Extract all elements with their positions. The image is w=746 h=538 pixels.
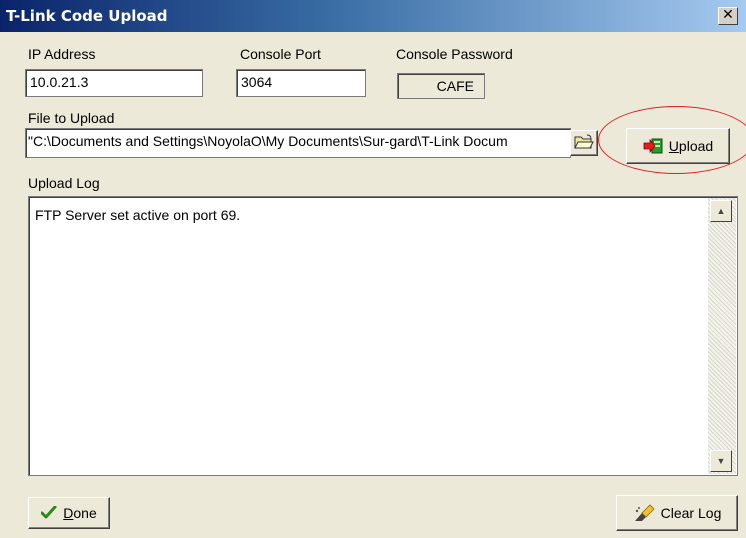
ip-address-label: IP Address [28, 46, 96, 62]
clear-log-button[interactable]: Clear Log [616, 495, 738, 531]
highlight-circle [598, 106, 746, 174]
file-path-field[interactable]: "C:\Documents and Settings\NoyolaO\My Do… [25, 128, 571, 158]
clear-log-button-label: Clear Log [660, 505, 722, 521]
upload-log-area[interactable]: FTP Server set active on port 69. ▲ ▼ [28, 196, 738, 476]
close-button[interactable]: ✕ [718, 7, 738, 25]
scroll-down-button[interactable]: ▼ [710, 450, 732, 472]
window-title: T-Link Code Upload [6, 7, 168, 25]
eraser-icon [633, 503, 655, 523]
title-bar[interactable]: T-Link Code Upload ✕ [0, 0, 746, 32]
console-password-field[interactable]: CAFE [397, 73, 485, 99]
console-port-field[interactable]: 3064 [236, 69, 366, 97]
console-password-label: Console Password [396, 46, 513, 62]
close-icon: ✕ [722, 7, 734, 23]
console-port-label: Console Port [240, 46, 321, 62]
scroll-up-button[interactable]: ▲ [710, 200, 732, 222]
checkmark-icon [41, 506, 57, 520]
ip-address-field[interactable]: 10.0.21.3 [25, 69, 203, 97]
folder-open-icon [574, 134, 594, 153]
log-scrollbar[interactable]: ▲ ▼ [708, 198, 736, 474]
done-button-label: Done [63, 505, 97, 521]
log-line: FTP Server set active on port 69. [35, 207, 241, 223]
upload-log-label: Upload Log [28, 175, 100, 191]
scroll-up-icon: ▲ [716, 206, 726, 216]
scroll-down-icon: ▼ [716, 456, 726, 466]
file-to-upload-label: File to Upload [28, 110, 115, 126]
browse-button[interactable] [570, 130, 598, 156]
done-button[interactable]: Done [28, 497, 110, 529]
